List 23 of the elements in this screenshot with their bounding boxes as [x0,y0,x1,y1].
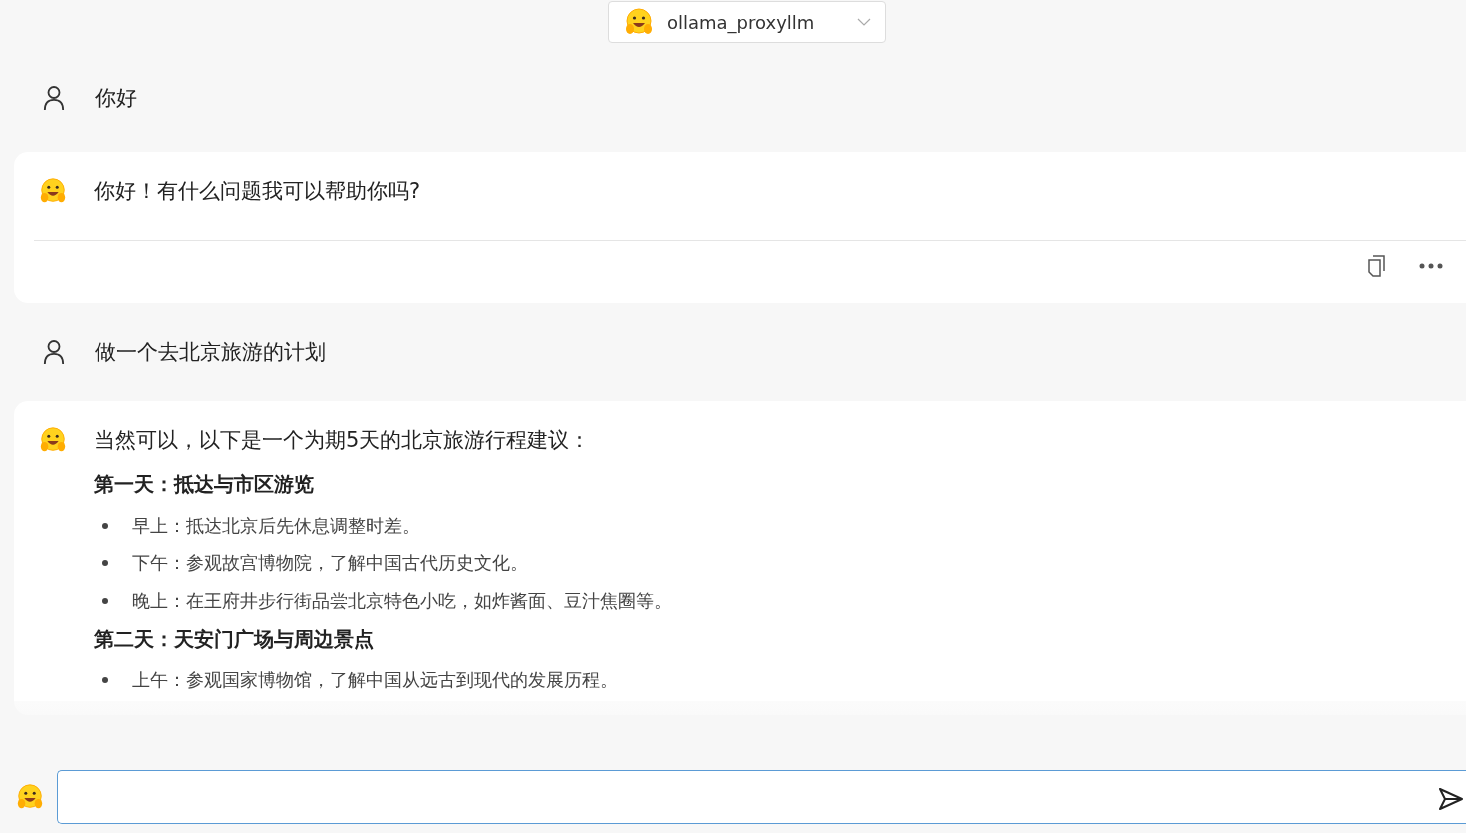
caret-icon [857,18,871,26]
model-name: ollama_proxyllm [667,11,816,33]
user-icon [43,339,65,365]
send-icon[interactable] [1438,787,1464,811]
list-item-text: 上午：参观国家博物馆，了解中国从远古到现代的发展历程。 [132,668,618,693]
bullet-dot [102,597,108,604]
bullet-dot [102,560,108,567]
list-item-text: 晚上：在王府井步行街品尝北京特色小吃，如炸酱面、豆汁焦圈等。 [132,588,672,613]
assistant-text: 你好！有什么问题我可以帮助你吗? [94,178,421,205]
user-message: 做一个去北京旅游的计划 [95,339,326,366]
copy-icon[interactable] [1367,255,1387,277]
day-heading: 第一天：抵达与市区游览 [94,471,315,498]
more-icon[interactable] [1419,263,1443,269]
message-input[interactable] [57,770,1466,824]
user-icon [43,85,65,111]
list-item-text: 下午：参观故宫博物院，了解中国古代历史文化。 [132,551,528,576]
assistant-text: 当然可以，以下是一个为期5天的北京旅游行程建议： [94,427,592,454]
day-heading: 第二天：天安门广场与周边景点 [94,625,375,653]
model-selector[interactable]: ollama_proxyllm [608,1,886,43]
list-item-text: 早上：抵达北京后先休息调整时差。 [132,513,420,538]
bullet-dot [102,677,108,684]
bullet-dot [102,522,108,529]
user-message: 你好 [95,85,137,112]
